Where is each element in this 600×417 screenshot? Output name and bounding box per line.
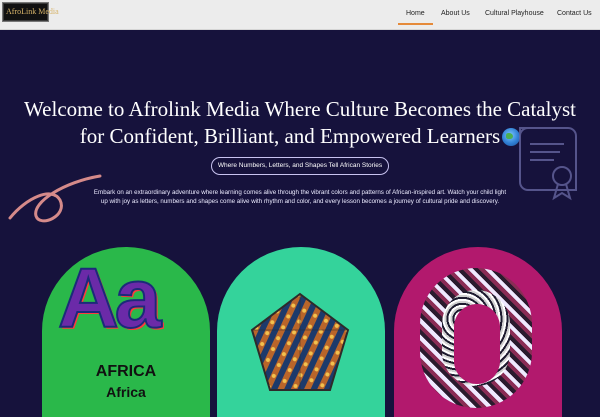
nav-about-us[interactable]: About Us [441,10,470,17]
hero-title-line-1: Welcome to Afrolink Media Where Culture … [24,97,576,121]
brand-logo-text: AfroLink Media [6,7,59,16]
tagline-pill: Where Numbers, Letters, and Shapes Tell … [211,157,389,175]
nav-cultural-playhouse[interactable]: Cultural Playhouse [485,10,544,17]
letters-card-line-2: Africa [106,384,146,400]
pentagon-shape-icon [250,292,350,391]
letters-card-glyphs: Aa [57,251,162,345]
brand-logo[interactable]: AfroLink Media [2,2,59,22]
certificate-icon [519,127,577,201]
squiggle-decoration [8,174,102,223]
nav-home[interactable]: Home [406,10,425,17]
letters-card-line-1: AFRICA [95,363,157,380]
number-zero-hole [454,304,500,384]
nav-contact-us[interactable]: Contact Us [557,10,592,17]
nav-active-underline [398,23,433,25]
hero-title-line-2-text: for Confident, Brilliant, and Empowered … [79,124,501,148]
hero-description: Embark on an extraordinary adventure whe… [93,189,507,205]
top-navbar: AfroLink Media Home About Us Cultural Pl… [0,0,600,30]
